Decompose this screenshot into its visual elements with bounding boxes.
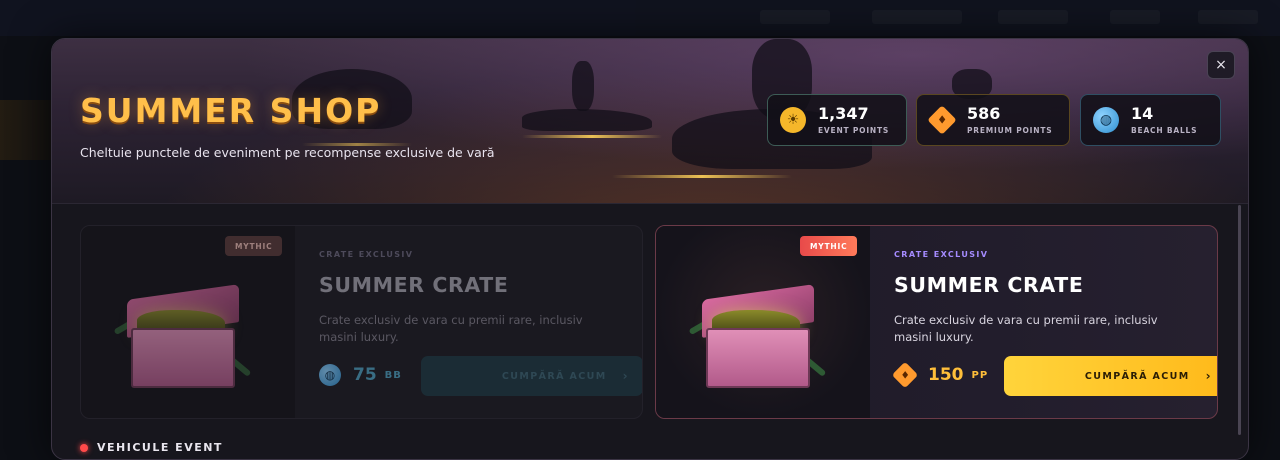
price-currency: PP [971,369,989,381]
crate-tag: CRATE EXCLUSIV [894,250,989,259]
summer-shop-modal: SUMMER SHOP Cheltuie punctele de evenime… [51,38,1249,460]
beach-balls-value: 14 [1131,104,1154,123]
beach-ball-icon: ◍ [319,364,341,386]
sun-icon: ☀ [780,107,806,133]
hero-banner: SUMMER SHOP Cheltuie punctele de evenime… [52,39,1248,204]
crate-card: MYTHIC CRATE EXCLUSIV SUMMER CRATE Crate… [80,225,643,419]
close-icon: × [1215,57,1227,73]
crate-price: ♦ 150 PP [891,361,989,389]
section-dot-icon [80,443,88,452]
premium-points-stat: ♦ 586 PREMIUM POINTS [916,94,1070,146]
water-light-trail [522,135,662,138]
gem-icon: ♦ [891,361,919,389]
chevron-right-icon: › [1205,369,1212,383]
background-nav-item [760,10,830,24]
water-light-trail [612,175,792,178]
gem-icon: ♦ [927,105,957,135]
buy-button[interactable]: CUMPĂRĂ ACUM › [421,356,642,396]
price-amount: 150 [928,365,964,385]
jetski-silhouette [522,109,652,131]
background-nav-item [872,10,962,24]
beach-balls-stat: ◍ 14 BEACH BALLS [1080,94,1221,146]
background-nav-item [1198,10,1258,24]
crate-card: MYTHIC CRATE EXCLUSIV SUMMER CRATE Crate… [655,225,1218,419]
section-title: VEHICULE EVENT [97,441,223,454]
crate-description: Crate exclusiv de vara cu premii rare, i… [319,313,583,344]
crate-tag: CRATE EXCLUSIV [319,250,414,259]
buy-button-label: CUMPĂRĂ ACUM [1084,370,1190,382]
background-navbar [0,0,1280,36]
crate-description: Crate exclusiv de vara cu premii rare, i… [894,313,1158,344]
background-sidebar [0,100,52,160]
premium-points-label: PREMIUM POINTS [967,126,1053,135]
buy-button-label: CUMPĂRĂ ACUM [501,370,607,382]
close-button[interactable]: × [1207,51,1235,79]
premium-points-value: 586 [967,104,1001,123]
rarity-badge: MYTHIC [225,236,283,256]
price-currency: BB [384,369,402,381]
buy-button[interactable]: CUMPĂRĂ ACUM › [1004,356,1217,396]
page-title: SUMMER SHOP [80,91,382,130]
rider-silhouette [572,61,594,111]
background-nav-item [1110,10,1160,24]
beach-ball-icon: ◍ [1093,107,1119,133]
event-points-value: 1,347 [818,104,869,123]
event-points-label: EVENT POINTS [818,126,890,135]
chevron-right-icon: › [622,369,629,383]
price-amount: 75 [353,365,377,385]
page-subtitle: Cheltuie punctele de eveniment pe recomp… [80,145,495,160]
scrollbar[interactable] [1238,205,1241,435]
crate-icon [688,284,827,388]
crate-title: SUMMER CRATE [894,273,1084,297]
background-nav-item [998,10,1068,24]
crate-title: SUMMER CRATE [319,273,509,297]
event-points-stat: ☀ 1,347 EVENT POINTS [767,94,907,146]
beach-balls-label: BEACH BALLS [1131,126,1198,135]
crate-icon [113,284,252,388]
rarity-badge: MYTHIC [800,236,858,256]
section-heading-vehicles: VEHICULE EVENT [80,441,223,454]
crate-price: ◍ 75 BB [319,364,402,386]
